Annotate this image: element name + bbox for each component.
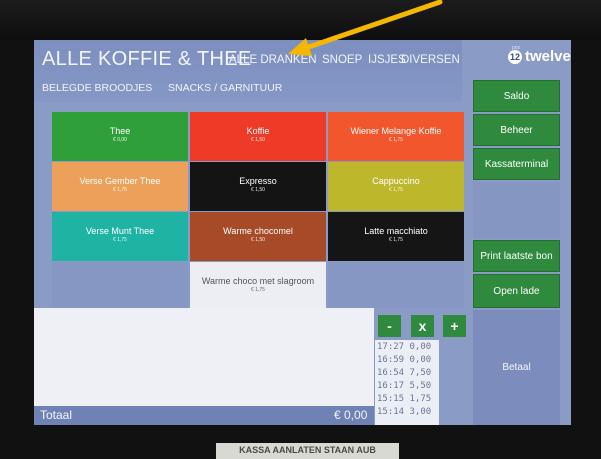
annotation-arrow-icon	[288, 0, 443, 56]
